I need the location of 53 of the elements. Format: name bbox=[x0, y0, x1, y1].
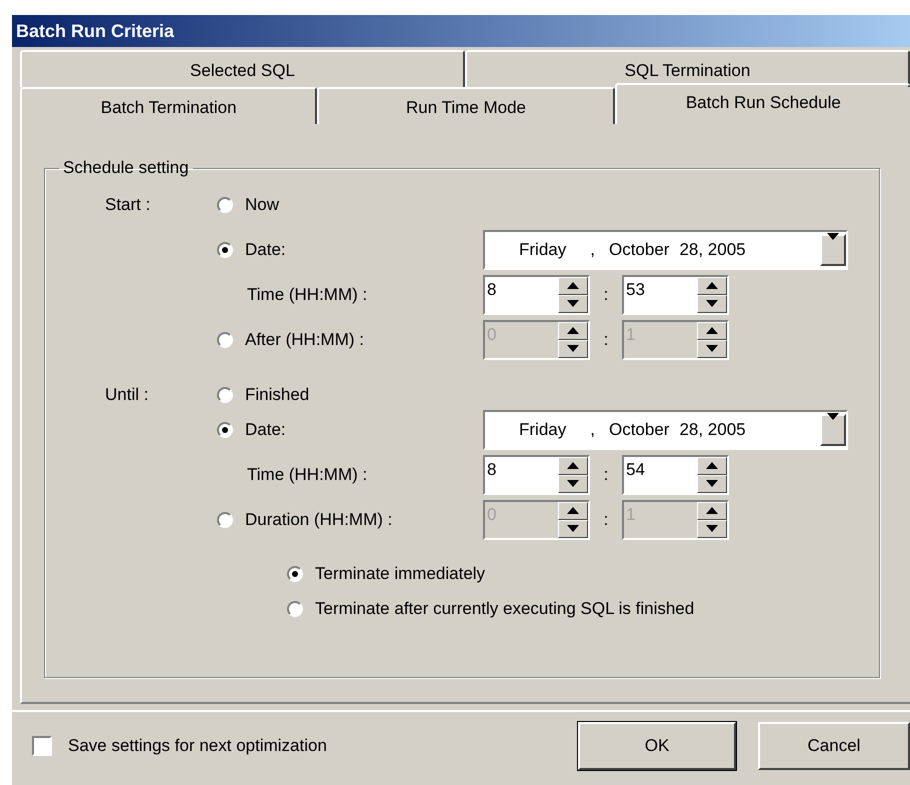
minute-spinbox[interactable]: 54 bbox=[622, 454, 729, 494]
time-separator: : bbox=[602, 464, 610, 484]
date-picker[interactable]: Friday , October 28, 2005 bbox=[483, 230, 848, 270]
radio-label[interactable]: Finished bbox=[245, 384, 310, 404]
time-separator: : bbox=[602, 510, 610, 530]
date-month: October bbox=[608, 240, 670, 260]
radio-button[interactable] bbox=[217, 332, 233, 348]
field-label: Time (HH:MM) : bbox=[247, 284, 368, 304]
radio-button[interactable] bbox=[217, 386, 233, 402]
radio-button[interactable] bbox=[217, 422, 233, 438]
minute-spinbox[interactable]: 53 bbox=[622, 274, 729, 314]
spin-arrows-icon[interactable] bbox=[697, 456, 727, 492]
radio-label[interactable]: Date: bbox=[245, 240, 286, 260]
section-label: Until : bbox=[105, 384, 148, 404]
radio-button[interactable] bbox=[287, 566, 303, 582]
time-separator: : bbox=[602, 284, 610, 304]
date-day-year: 28, 2005 bbox=[679, 240, 746, 260]
radio-label[interactable]: After (HH:MM) : bbox=[245, 330, 364, 350]
radio-label[interactable]: Date: bbox=[245, 420, 286, 440]
date-picker[interactable]: Friday , October 28, 2005 bbox=[483, 410, 848, 450]
date-weekday: Friday bbox=[519, 240, 566, 260]
date-weekday: Friday bbox=[519, 420, 566, 440]
radio-button[interactable] bbox=[217, 512, 233, 528]
date-month: October bbox=[608, 420, 670, 440]
dialog-button[interactable]: OK bbox=[578, 722, 736, 770]
hour-spinbox[interactable]: 8 bbox=[483, 274, 590, 314]
dialog-button[interactable]: Cancel bbox=[758, 722, 910, 770]
tab[interactable]: Run Time Mode bbox=[317, 87, 615, 124]
section-label: Start : bbox=[105, 194, 150, 214]
radio-label[interactable]: Terminate immediately bbox=[315, 564, 486, 584]
tab[interactable]: Batch Run Schedule bbox=[614, 83, 910, 124]
time-separator: : bbox=[602, 330, 610, 350]
checkbox-label[interactable]: Save settings for next optimization bbox=[68, 736, 327, 756]
hour-spinbox[interactable]: 8 bbox=[483, 454, 590, 494]
tab[interactable]: SQL Termination bbox=[465, 50, 910, 87]
date-separator: , bbox=[590, 420, 595, 440]
tab[interactable]: Batch Termination bbox=[20, 87, 318, 124]
spin-arrows-icon[interactable] bbox=[697, 276, 727, 312]
checkbox[interactable] bbox=[32, 736, 52, 756]
radio-button[interactable] bbox=[217, 196, 233, 212]
radio-button[interactable] bbox=[287, 600, 303, 616]
spin-arrows-icon[interactable] bbox=[558, 456, 588, 492]
radio-label[interactable]: Duration (HH:MM) : bbox=[245, 510, 392, 530]
radio-label[interactable]: Now bbox=[245, 194, 280, 214]
date-day-year: 28, 2005 bbox=[679, 420, 746, 440]
radio-label[interactable]: Terminate after currently executing SQL is finished bbox=[315, 598, 694, 618]
spin-arrows-icon[interactable] bbox=[558, 276, 588, 312]
field-label: Time (HH:MM) : bbox=[247, 464, 368, 484]
group-title: Schedule setting bbox=[62, 158, 190, 178]
date-separator: , bbox=[590, 240, 595, 260]
tab[interactable]: Selected SQL bbox=[20, 50, 465, 87]
radio-button[interactable] bbox=[217, 242, 233, 258]
window-title: Batch Run Criteria bbox=[12, 15, 910, 47]
